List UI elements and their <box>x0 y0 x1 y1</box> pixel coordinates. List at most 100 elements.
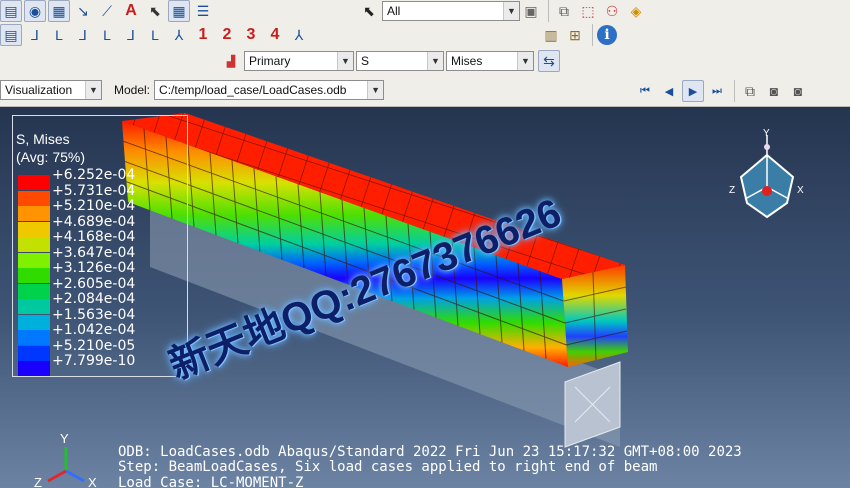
chevron-down-icon: ▼ <box>337 52 353 70</box>
csys-zy-icon[interactable]: ⅃ <box>72 24 94 46</box>
view-toolbar: ▤ ⅃ L ⅃ L ⅃ L ⅄ 1 2 3 4 ⅄ <box>0 24 312 46</box>
palette-icon[interactable]: ▦ <box>48 0 70 22</box>
legend-swatch <box>18 252 50 268</box>
legend-swatch <box>18 206 50 221</box>
next-frame-icon[interactable]: ▶ <box>682 80 704 102</box>
chevron-down-icon: ▼ <box>85 81 101 99</box>
context-bar: Visualization ▼ Model: C:/temp/load_case… <box>0 80 385 100</box>
legend-swatch <box>18 361 50 376</box>
model-label: Model: <box>114 83 151 97</box>
hidden-icon[interactable]: ⬚ <box>577 0 599 22</box>
legend-tick-label: +5.731e-04 <box>52 182 136 199</box>
view-4-button[interactable]: 4 <box>264 24 286 46</box>
csys-yz-icon[interactable]: L <box>144 24 166 46</box>
loadcase-info: Load Case: LC-MOMENT-Z <box>118 475 304 488</box>
divider <box>734 80 735 102</box>
table-icon[interactable]: ▦ <box>168 0 190 22</box>
legend-swatch <box>18 314 50 330</box>
legend-swatch <box>18 190 50 206</box>
selection-filter-value: All <box>387 4 401 18</box>
cube-y-label: Y <box>763 128 770 139</box>
view-3-button[interactable]: 3 <box>240 24 262 46</box>
wireframe-icon[interactable]: ⧉ <box>553 0 575 22</box>
cube-x-label: X <box>797 185 804 196</box>
csys-yx-icon[interactable]: L <box>96 24 118 46</box>
variable-select[interactable]: S ▼ <box>356 51 444 71</box>
legend-tick-label: +1.042e-04 <box>52 322 136 338</box>
legend-tick-label: +7.799e-10 <box>52 353 136 369</box>
shaded-icon[interactable]: ⚇ <box>601 0 623 22</box>
variable-position-select[interactable]: Primary ▼ <box>244 51 354 71</box>
toolbar-area: ▤ ◉ ▦ ↘ ⟋ A ⬉ ▦ ☰ ⬉ All ▼ ▣ ⧉ ⬚ ⚇ ◈ ▤ ⅃ … <box>0 0 850 107</box>
legend-swatch <box>18 221 50 237</box>
legend-tick-label: +1.563e-04 <box>52 306 136 323</box>
module-select[interactable]: Visualization ▼ <box>0 80 102 100</box>
csys-xz-icon[interactable]: L <box>48 24 70 46</box>
last-frame-icon[interactable]: ⏭ <box>706 80 728 102</box>
chevron-down-icon: ▼ <box>503 2 519 20</box>
variable-position-value: Primary <box>249 54 291 68</box>
camera-icon[interactable]: ◙ <box>787 80 809 102</box>
legend-tick-label: +5.210e-05 <box>52 337 136 354</box>
divider <box>592 24 593 46</box>
perspective-icon[interactable]: ◈ <box>625 0 647 22</box>
table-icon[interactable]: ▤ <box>0 24 22 46</box>
model-path: C:/temp/load_case/LoadCases.odb <box>159 83 347 97</box>
chevron-down-icon: ▼ <box>367 81 384 99</box>
triad-icon[interactable]: ⅄ <box>288 24 310 46</box>
step-info: Step: BeamLoadCases, Six load cases appl… <box>118 459 658 475</box>
text-tool-icon[interactable]: A <box>120 0 142 22</box>
triad-y-label: Y <box>60 431 69 446</box>
legend-swatch <box>18 299 50 314</box>
csys-xy-icon[interactable]: ⅃ <box>24 24 46 46</box>
triad-z-label: Z <box>34 475 42 488</box>
legend-tick-label: +3.647e-04 <box>52 244 136 261</box>
pick-arrow-icon[interactable]: ⬉ <box>358 0 380 22</box>
animation-controls: ⏮ ◀ ▶ ⏭ ⧉ ◙ ◙ <box>634 80 811 102</box>
legend-swatch <box>18 283 50 299</box>
query-icon[interactable]: ↘ <box>72 0 94 22</box>
legend-subtitle: (Avg: 75%) <box>16 149 85 165</box>
csys-iso-icon[interactable]: ⅄ <box>168 24 190 46</box>
selection-toolbar: ⬉ All ▼ ▣ ⧉ ⬚ ⚇ ◈ <box>358 0 649 22</box>
misc-toolbar: ▥ ⊞ i <box>540 24 619 46</box>
legend-swatch <box>18 330 50 345</box>
legend-tick-label: +5.210e-04 <box>52 198 136 214</box>
arrow-tool-icon[interactable]: ⟋ <box>96 0 118 22</box>
list-icon[interactable]: ☰ <box>192 0 214 22</box>
legend-tick-label: +3.126e-04 <box>52 260 136 276</box>
legend-swatch <box>18 268 50 283</box>
component-select[interactable]: Mises ▼ <box>446 51 534 71</box>
model-select[interactable]: C:/temp/load_case/LoadCases.odb ▼ <box>154 80 385 100</box>
legend-tick-label: +2.084e-04 <box>52 291 136 307</box>
odb-info: ODB: LoadCases.odb Abaqus/Standard 2022 … <box>118 444 742 460</box>
view-cube[interactable]: Y Z X <box>725 127 815 237</box>
select-icon[interactable]: ⬉ <box>144 0 166 22</box>
axis-triad: Y X Z <box>34 431 97 488</box>
sync-icon[interactable]: ⇆ <box>538 50 560 72</box>
selection-filter-select[interactable]: All ▼ <box>382 1 520 21</box>
view-2-button[interactable]: 2 <box>216 24 238 46</box>
ladder-icon[interactable]: ⊞ <box>564 24 586 46</box>
print-icon[interactable]: ◉ <box>24 0 46 22</box>
camera-icon[interactable]: ◙ <box>763 80 785 102</box>
cube-z-label: Z <box>729 185 735 196</box>
open-icon[interactable]: ▤ <box>0 0 22 22</box>
legend-tick-label: +6.252e-04 <box>52 167 136 183</box>
field-output-toolbar: ▟ Primary ▼ S ▼ Mises ▼ ⇆ <box>220 50 562 72</box>
csys-zx-icon[interactable]: ⅃ <box>120 24 142 46</box>
copy-icon[interactable]: ⧉ <box>739 80 761 102</box>
ruler-icon[interactable]: ▥ <box>540 24 562 46</box>
previous-frame-icon[interactable]: ◀ <box>658 80 680 102</box>
legend-tick-label: +4.689e-04 <box>52 213 136 230</box>
filter-icon[interactable]: ▣ <box>520 0 542 22</box>
triad-x-label: X <box>88 475 97 488</box>
field-output-icon[interactable]: ▟ <box>220 50 242 72</box>
first-frame-icon[interactable]: ⏮ <box>634 80 656 102</box>
info-icon[interactable]: i <box>597 25 617 45</box>
viewport[interactable]: S, Mises (Avg: 75%) +6.252e-04 +5.731e-04… <box>0 107 850 488</box>
view-1-button[interactable]: 1 <box>192 24 214 46</box>
chevron-down-icon: ▼ <box>427 52 443 70</box>
legend-tick-label: +4.168e-04 <box>52 229 136 245</box>
file-toolbar: ▤ ◉ ▦ ↘ ⟋ A ⬉ ▦ ☰ <box>0 0 216 22</box>
